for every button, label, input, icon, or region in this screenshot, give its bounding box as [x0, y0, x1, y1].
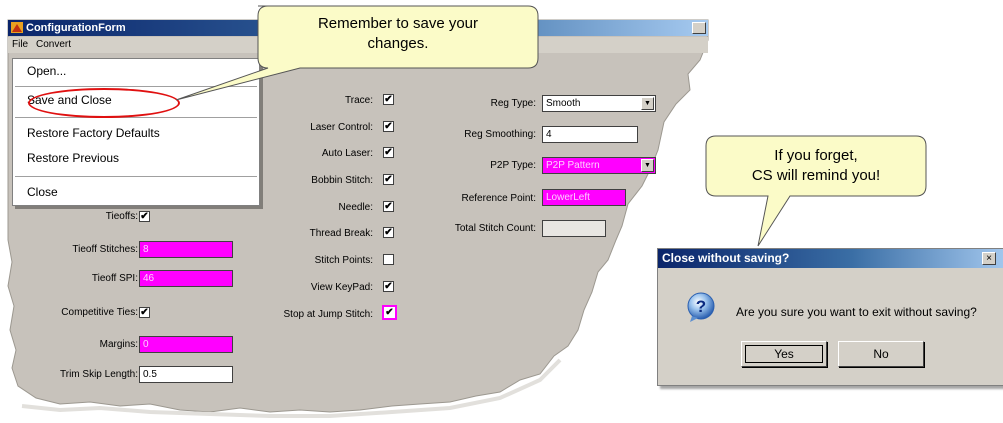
tieoffs-label: Tieoffs:	[105, 211, 138, 222]
tieoff-stitches-label: Tieoff Stitches:	[72, 244, 138, 255]
thread-break-checkbox[interactable]: ✔	[383, 227, 394, 238]
thread-break-label: Thread Break:	[309, 228, 373, 239]
save-callout-line1: Remember to save your	[317, 15, 479, 32]
margins-label: Margins:	[99, 339, 138, 350]
total-stitch-count-label: Total Stitch Count:	[454, 223, 536, 234]
remind-callout-text: If you forget, CS will remind you!	[708, 146, 924, 186]
trim-skip-length-label: Trim Skip Length:	[60, 369, 138, 380]
close-icon[interactable]: ×	[982, 252, 996, 265]
total-stitch-count-field	[542, 220, 606, 237]
reg-type-value: Smooth	[546, 98, 581, 109]
p2p-type-value: P2P Pattern	[546, 160, 600, 171]
reg-type-select[interactable]: Smooth ▼	[542, 95, 656, 112]
bobbin-stitch-label: Bobbin Stitch:	[311, 175, 373, 186]
trace-label: Trace:	[345, 95, 373, 106]
reg-smoothing-input[interactable]: 4	[542, 126, 638, 143]
tieoffs-checkbox[interactable]: ✔	[139, 211, 150, 222]
dropdown-arrow-icon[interactable]: ▼	[641, 159, 654, 172]
stop-at-jump-stitch-checkbox[interactable]: ✔	[382, 305, 397, 320]
bobbin-stitch-checkbox[interactable]: ✔	[383, 174, 394, 185]
view-keypad-label: View KeyPad:	[310, 282, 373, 293]
reference-point-input[interactable]: LowerLeft	[542, 189, 626, 206]
p2p-type-label: P2P Type:	[490, 160, 536, 171]
trim-skip-length-input[interactable]: 0.5	[139, 366, 233, 383]
tieoff-spi-input[interactable]: 46	[139, 270, 233, 287]
save-callout-text: Remember to save your changes.	[262, 14, 534, 54]
competitive-ties-label: Competitive Ties:	[61, 307, 138, 318]
save-callout-line2: changes.	[367, 35, 429, 52]
stitch-points-checkbox[interactable]	[383, 254, 394, 265]
reference-point-label: Reference Point:	[461, 193, 537, 204]
stitch-points-label: Stitch Points:	[314, 255, 373, 266]
trace-checkbox[interactable]: ✔	[383, 94, 394, 105]
tieoff-stitches-input[interactable]: 8	[139, 241, 233, 258]
close-without-saving-dialog: Close without saving? × ? Are you sure y…	[657, 248, 1003, 386]
laser-control-label: Laser Control:	[310, 122, 373, 133]
needle-checkbox[interactable]: ✔	[383, 201, 394, 212]
view-keypad-checkbox[interactable]: ✔	[383, 281, 394, 292]
dialog-message: Are you sure you want to exit without sa…	[736, 305, 977, 319]
needle-label: Needle:	[338, 202, 373, 213]
dialog-title: Close without saving?	[658, 249, 1003, 268]
margins-input[interactable]: 0	[139, 336, 233, 353]
reg-type-label: Reg Type:	[490, 98, 536, 109]
laser-control-checkbox[interactable]: ✔	[383, 121, 394, 132]
stop-at-jump-stitch-label: Stop at Jump Stitch:	[283, 309, 374, 320]
remind-callout-line1: If you forget,	[774, 147, 858, 164]
auto-laser-checkbox[interactable]: ✔	[383, 147, 394, 158]
question-icon: ?	[687, 292, 715, 322]
no-button[interactable]: No	[838, 341, 924, 367]
question-icon-glyph: ?	[696, 297, 706, 316]
auto-laser-label: Auto Laser:	[321, 148, 373, 159]
dropdown-arrow-icon[interactable]: ▼	[641, 97, 654, 110]
reg-smoothing-label: Reg Smoothing:	[464, 129, 536, 140]
tieoff-spi-label: Tieoff SPI:	[91, 273, 138, 284]
p2p-type-select[interactable]: P2P Pattern ▼	[542, 157, 656, 174]
yes-button[interactable]: Yes	[741, 341, 827, 367]
remind-callout-line2: CS will remind you!	[751, 167, 881, 184]
competitive-ties-checkbox[interactable]: ✔	[139, 307, 150, 318]
